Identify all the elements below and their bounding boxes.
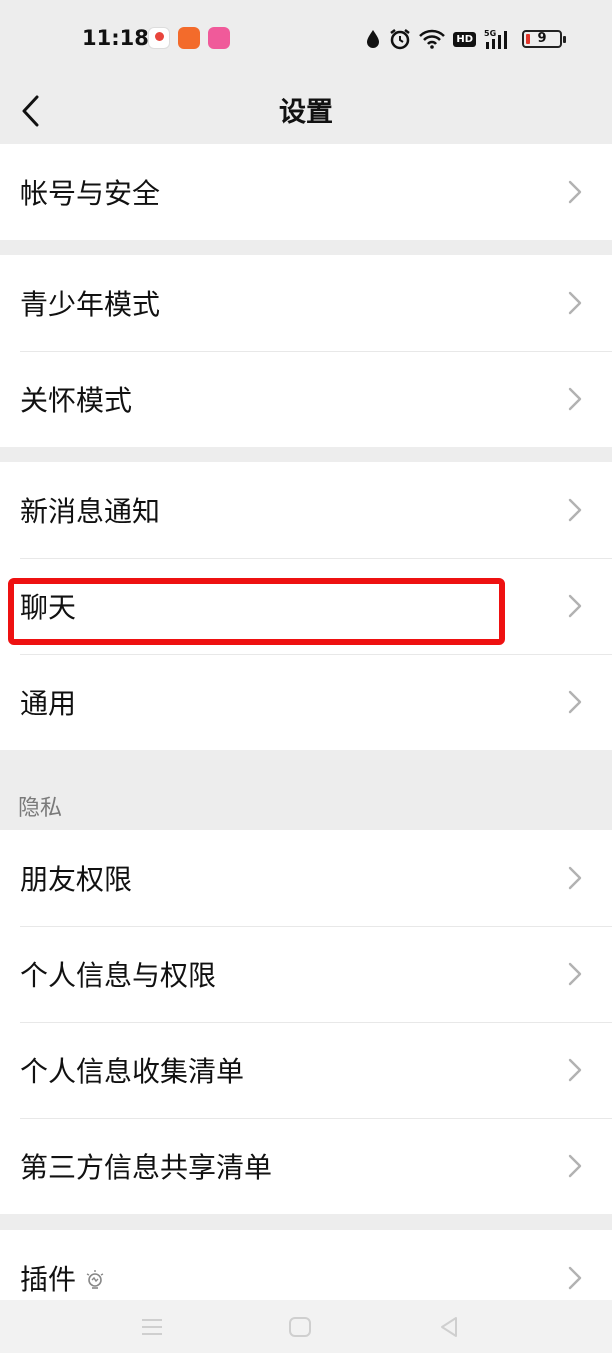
divider: [20, 654, 612, 655]
settings-item-label: 关怀模式: [20, 384, 133, 417]
chevron-right-icon: [568, 387, 582, 411]
divider: [20, 926, 612, 927]
settings-item-label: 新消息通知: [20, 495, 161, 528]
settings-item-general[interactable]: 通用: [0, 654, 612, 750]
settings-group-modes: 青少年模式 关怀模式: [0, 255, 612, 447]
page-title: 设置: [279, 97, 333, 128]
notification-app-icon: [148, 27, 170, 49]
notification-app-icon: [208, 27, 230, 49]
settings-item-label: 朋友权限: [20, 863, 133, 896]
chevron-right-icon: [568, 1266, 582, 1290]
settings-item-plugins[interactable]: 插件: [0, 1230, 612, 1302]
chevron-right-icon: [568, 291, 582, 315]
chevron-right-icon: [568, 690, 582, 714]
system-navigation-bar: [0, 1300, 612, 1353]
chevron-right-icon: [568, 866, 582, 890]
chevron-right-icon: [568, 498, 582, 522]
settings-item-label: 个人信息收集清单: [20, 1055, 245, 1088]
wifi-icon: [419, 29, 446, 49]
svg-text:5G: 5G: [484, 29, 496, 38]
settings-item-teen-mode[interactable]: 青少年模式: [0, 255, 612, 351]
settings-item-label: 插件: [20, 1263, 77, 1296]
divider: [20, 1022, 612, 1023]
status-time: 11:18: [82, 26, 149, 50]
settings-item-care-mode[interactable]: 关怀模式: [0, 351, 612, 447]
notification-app-icon: [178, 27, 200, 49]
settings-item-notifications[interactable]: 新消息通知: [0, 462, 612, 558]
chevron-right-icon: [568, 594, 582, 618]
highlight-box: [8, 578, 505, 645]
back-nav-icon[interactable]: [438, 1316, 460, 1338]
divider: [20, 351, 612, 352]
settings-item-label: 通用: [20, 687, 77, 720]
settings-item-personal-info-permissions[interactable]: 个人信息与权限: [0, 926, 612, 1022]
settings-item-friend-permissions[interactable]: 朋友权限: [0, 830, 612, 926]
divider: [20, 558, 612, 559]
settings-item-label: 个人信息与权限: [20, 959, 217, 992]
settings-item-label: 帐号与安全: [20, 177, 161, 210]
chevron-right-icon: [568, 1154, 582, 1178]
settings-group-privacy: 朋友权限 个人信息与权限 个人信息收集清单 第三方信息共享清单: [0, 830, 612, 1214]
chevron-right-icon: [568, 1058, 582, 1082]
chevron-right-icon: [568, 180, 582, 204]
system-icons: HD 5G: [365, 27, 512, 51]
settings-item-label: 第三方信息共享清单: [20, 1151, 273, 1184]
lightbulb-icon: [86, 1270, 104, 1289]
menu-icon[interactable]: [140, 1316, 164, 1338]
home-icon[interactable]: [288, 1316, 312, 1338]
header: 设置: [0, 78, 612, 144]
status-bar: 11:18 HD 5G 9: [0, 0, 612, 78]
settings-group-plugins: 插件: [0, 1230, 612, 1302]
settings-item-account-security[interactable]: 帐号与安全: [0, 144, 612, 240]
chevron-right-icon: [568, 962, 582, 986]
settings-item-info-collection-list[interactable]: 个人信息收集清单: [0, 1022, 612, 1118]
settings-item-label: 青少年模式: [20, 288, 161, 321]
divider: [20, 1118, 612, 1119]
settings-item-third-party-sharing-list[interactable]: 第三方信息共享清单: [0, 1118, 612, 1214]
alarm-icon: [390, 29, 411, 50]
battery-icon: 9: [522, 30, 566, 48]
hd-icon: HD: [453, 31, 476, 47]
drop-icon: [367, 30, 380, 48]
settings-group-account: 帐号与安全: [0, 144, 612, 240]
battery-level: 9: [537, 31, 547, 46]
section-title-privacy: 隐私: [18, 796, 63, 821]
settings-item-label-wrap: 插件: [20, 1258, 104, 1298]
signal-5g-icon: 5G: [484, 29, 507, 49]
